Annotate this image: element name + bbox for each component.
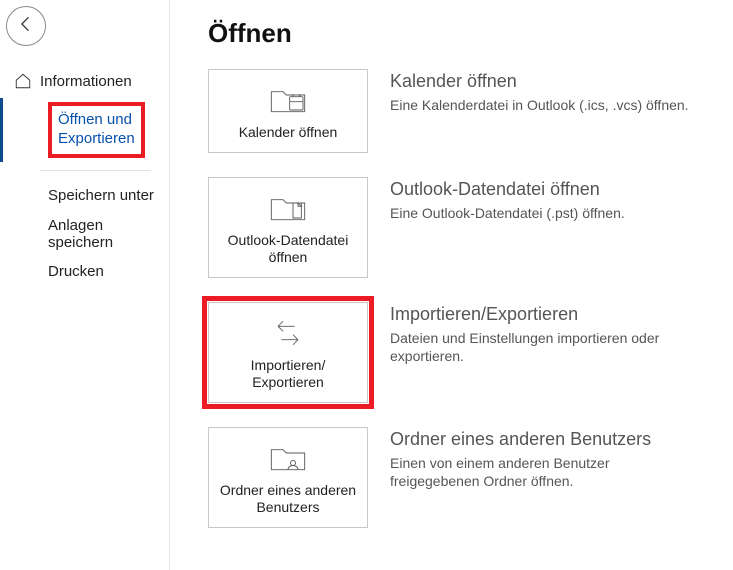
import-export-icon <box>268 315 308 351</box>
data-file-folder-icon <box>268 190 308 226</box>
backstage-main: Öffnen Kalender öffnen Kalender öffnen E… <box>170 0 733 570</box>
option-text: Ordner eines anderen Benutzers Einen von… <box>390 427 715 492</box>
calendar-folder-icon <box>268 82 308 118</box>
nav-item-save-as[interactable]: Speichern unter <box>0 179 169 213</box>
option-desc: Eine Kalenderdatei in Outlook (.ics, .vc… <box>390 96 690 115</box>
tile-import-export[interactable]: Importieren/ Exportieren <box>208 302 368 403</box>
nav-item-save-attachments[interactable]: Anlagen speichern <box>0 213 169 255</box>
nav-item-info[interactable]: Informationen <box>0 64 169 98</box>
tile-label: Kalender öffnen <box>239 124 338 142</box>
tile-open-data-file[interactable]: Outlook-Datendatei öffnen <box>208 177 368 278</box>
nav-divider <box>40 170 151 171</box>
option-text: Kalender öffnen Eine Kalenderdatei in Ou… <box>390 69 715 115</box>
nav-item-label: Speichern unter <box>48 187 154 204</box>
option-title: Kalender öffnen <box>390 71 715 92</box>
back-button[interactable] <box>6 6 46 46</box>
option-desc: Einen von einem anderen Benutzer freigeg… <box>390 454 690 492</box>
option-text: Importieren/Exportieren Dateien und Eins… <box>390 302 715 367</box>
option-title: Ordner eines anderen Benutzers <box>390 429 715 450</box>
nav-item-label: Informationen <box>40 73 132 90</box>
nav-item-label: Drucken <box>48 263 104 280</box>
tile-label: Importieren/ Exportieren <box>251 357 326 392</box>
nav-item-label: Öffnen und Exportieren <box>48 102 145 158</box>
option-other-user-folder: Ordner eines anderen Benutzers Ordner ei… <box>208 427 715 528</box>
nav-item-open-export[interactable]: Öffnen und Exportieren <box>0 98 169 162</box>
option-title: Importieren/Exportieren <box>390 304 715 325</box>
nav-item-print[interactable]: Drucken <box>0 255 169 289</box>
page-title: Öffnen <box>208 18 715 49</box>
option-desc: Dateien und Einstellungen importieren od… <box>390 329 690 367</box>
option-desc: Eine Outlook-Datendatei (.pst) öffnen. <box>390 204 690 223</box>
backstage-sidebar: Informationen Öffnen und Exportieren Spe… <box>0 0 170 570</box>
option-import-export: Importieren/ Exportieren Importieren/Exp… <box>208 302 715 403</box>
home-icon <box>14 72 32 90</box>
tile-other-user-folder[interactable]: Ordner eines anderen Benutzers <box>208 427 368 528</box>
option-open-calendar: Kalender öffnen Kalender öffnen Eine Kal… <box>208 69 715 153</box>
tile-open-calendar[interactable]: Kalender öffnen <box>208 69 368 153</box>
option-text: Outlook-Datendatei öffnen Eine Outlook-D… <box>390 177 715 223</box>
backstage-nav: Informationen Öffnen und Exportieren Spe… <box>0 64 169 289</box>
nav-item-label: Anlagen speichern <box>48 217 113 251</box>
option-open-data-file: Outlook-Datendatei öffnen Outlook-Datend… <box>208 177 715 278</box>
option-title: Outlook-Datendatei öffnen <box>390 179 715 200</box>
arrow-left-icon <box>16 14 36 39</box>
shared-folder-icon <box>268 440 308 476</box>
tile-label: Ordner eines anderen Benutzers <box>215 482 361 517</box>
tile-label: Outlook-Datendatei öffnen <box>215 232 361 267</box>
